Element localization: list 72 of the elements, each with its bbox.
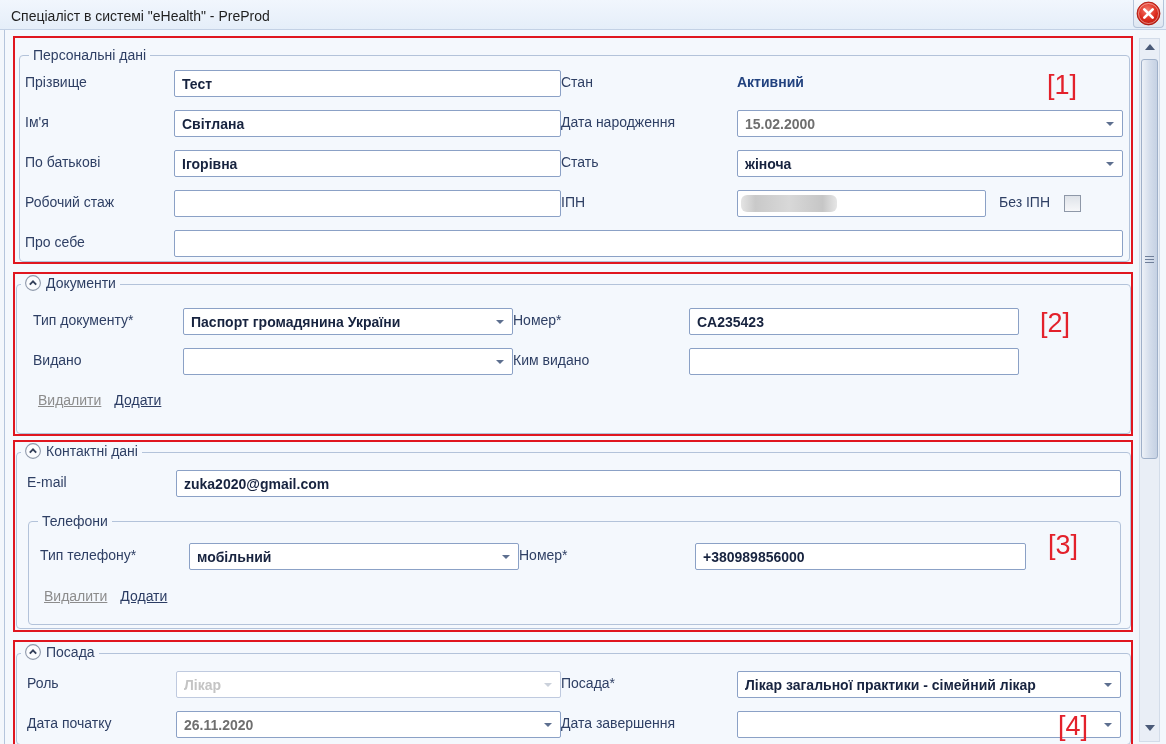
- field-label: Стан: [561, 72, 594, 91]
- field-label: Посада*: [561, 673, 617, 692]
- caret-icon: [496, 319, 504, 324]
- field-label: По батькові: [25, 152, 102, 171]
- field-label: E-mail: [27, 472, 68, 491]
- text-field[interactable]: [174, 190, 561, 217]
- text-field[interactable]: [689, 348, 1019, 375]
- scroll-up-icon[interactable]: [1144, 44, 1155, 50]
- close-icon: [1136, 1, 1161, 26]
- scrollbar[interactable]: [1139, 38, 1160, 742]
- field-label: Видано: [33, 350, 83, 369]
- field-label: ІПН: [561, 192, 587, 211]
- field-label: Робочий стаж: [25, 192, 116, 211]
- annotation-label: [4]: [1058, 711, 1089, 741]
- date-picker[interactable]: [183, 348, 513, 375]
- text-field[interactable]: [174, 230, 1123, 257]
- text-field[interactable]: [737, 190, 986, 217]
- collapse-icon[interactable]: [25, 644, 41, 660]
- group-title: Контактні дані: [46, 442, 138, 460]
- text-field[interactable]: zuka2020@gmail.com: [176, 470, 1121, 497]
- caret-icon: [502, 554, 510, 559]
- group-title: Персональні дані: [33, 46, 147, 64]
- scroll-down-icon[interactable]: [1144, 725, 1155, 731]
- text-field[interactable]: +380989856000: [695, 543, 1026, 570]
- collapse-icon[interactable]: [25, 443, 41, 459]
- action-link[interactable]: Додати: [114, 391, 162, 409]
- group-title: Телефони: [42, 512, 108, 530]
- caret-icon: [1106, 161, 1114, 166]
- caret-icon: [544, 722, 552, 727]
- checkbox-label: Без ІПН: [999, 192, 1051, 211]
- annotation-label: [1]: [1047, 70, 1078, 100]
- field-label: Ім'я: [25, 112, 50, 131]
- caret-icon: [544, 682, 552, 687]
- field-label: Ким видано: [513, 350, 591, 369]
- text-field[interactable]: Тест: [174, 70, 561, 97]
- scrollbar-thumb[interactable]: [1141, 59, 1158, 459]
- text-field[interactable]: CA235423: [689, 308, 1019, 335]
- dropdown-field[interactable]: жіноча: [737, 150, 1123, 177]
- group-title: Документи: [46, 274, 116, 292]
- window-title: Спеціаліст в системі "eHealth" - PreProd: [11, 7, 271, 25]
- field-label: Роль: [27, 673, 60, 692]
- date-picker[interactable]: 15.02.2000: [737, 110, 1123, 137]
- close-button[interactable]: [1133, 0, 1164, 28]
- date-picker[interactable]: 26.11.2020: [176, 711, 561, 738]
- field-label: Дата завершення: [561, 713, 676, 732]
- collapse-icon[interactable]: [25, 275, 41, 291]
- dropdown-field[interactable]: мобільний: [189, 543, 519, 570]
- field-label: Прізвище: [25, 72, 88, 91]
- field-label: Стать: [561, 152, 600, 171]
- dropdown-field[interactable]: Лікар загальної практики - сімейний лікар: [737, 671, 1121, 698]
- dropdown-field[interactable]: Паспорт громадянина України: [183, 308, 513, 335]
- checkbox[interactable]: [1064, 195, 1082, 212]
- redacted-value-icon: [741, 195, 837, 212]
- grip-icon: [1145, 255, 1154, 263]
- field-label: Тип документу*: [33, 310, 135, 329]
- caret-icon: [1104, 682, 1112, 687]
- annotation-label: [2]: [1040, 308, 1071, 338]
- action-link[interactable]: Додати: [120, 587, 168, 605]
- field-label: Номер*: [519, 545, 569, 564]
- caret-icon: [1106, 121, 1114, 126]
- status-value: Активний: [737, 72, 804, 91]
- field-label: Номер*: [513, 310, 563, 329]
- text-field[interactable]: Світлана: [174, 110, 561, 137]
- caret-icon: [1104, 722, 1112, 727]
- field-label: Про себе: [25, 232, 86, 251]
- field-label: Тип телефону*: [40, 545, 138, 564]
- annotation-label: [3]: [1048, 530, 1079, 560]
- field-label: Дата народження: [561, 112, 677, 131]
- caret-icon: [496, 359, 504, 364]
- field-label: Дата початку: [27, 713, 113, 732]
- text-field[interactable]: Ігорівна: [174, 150, 561, 177]
- group-title: Посада: [46, 643, 95, 661]
